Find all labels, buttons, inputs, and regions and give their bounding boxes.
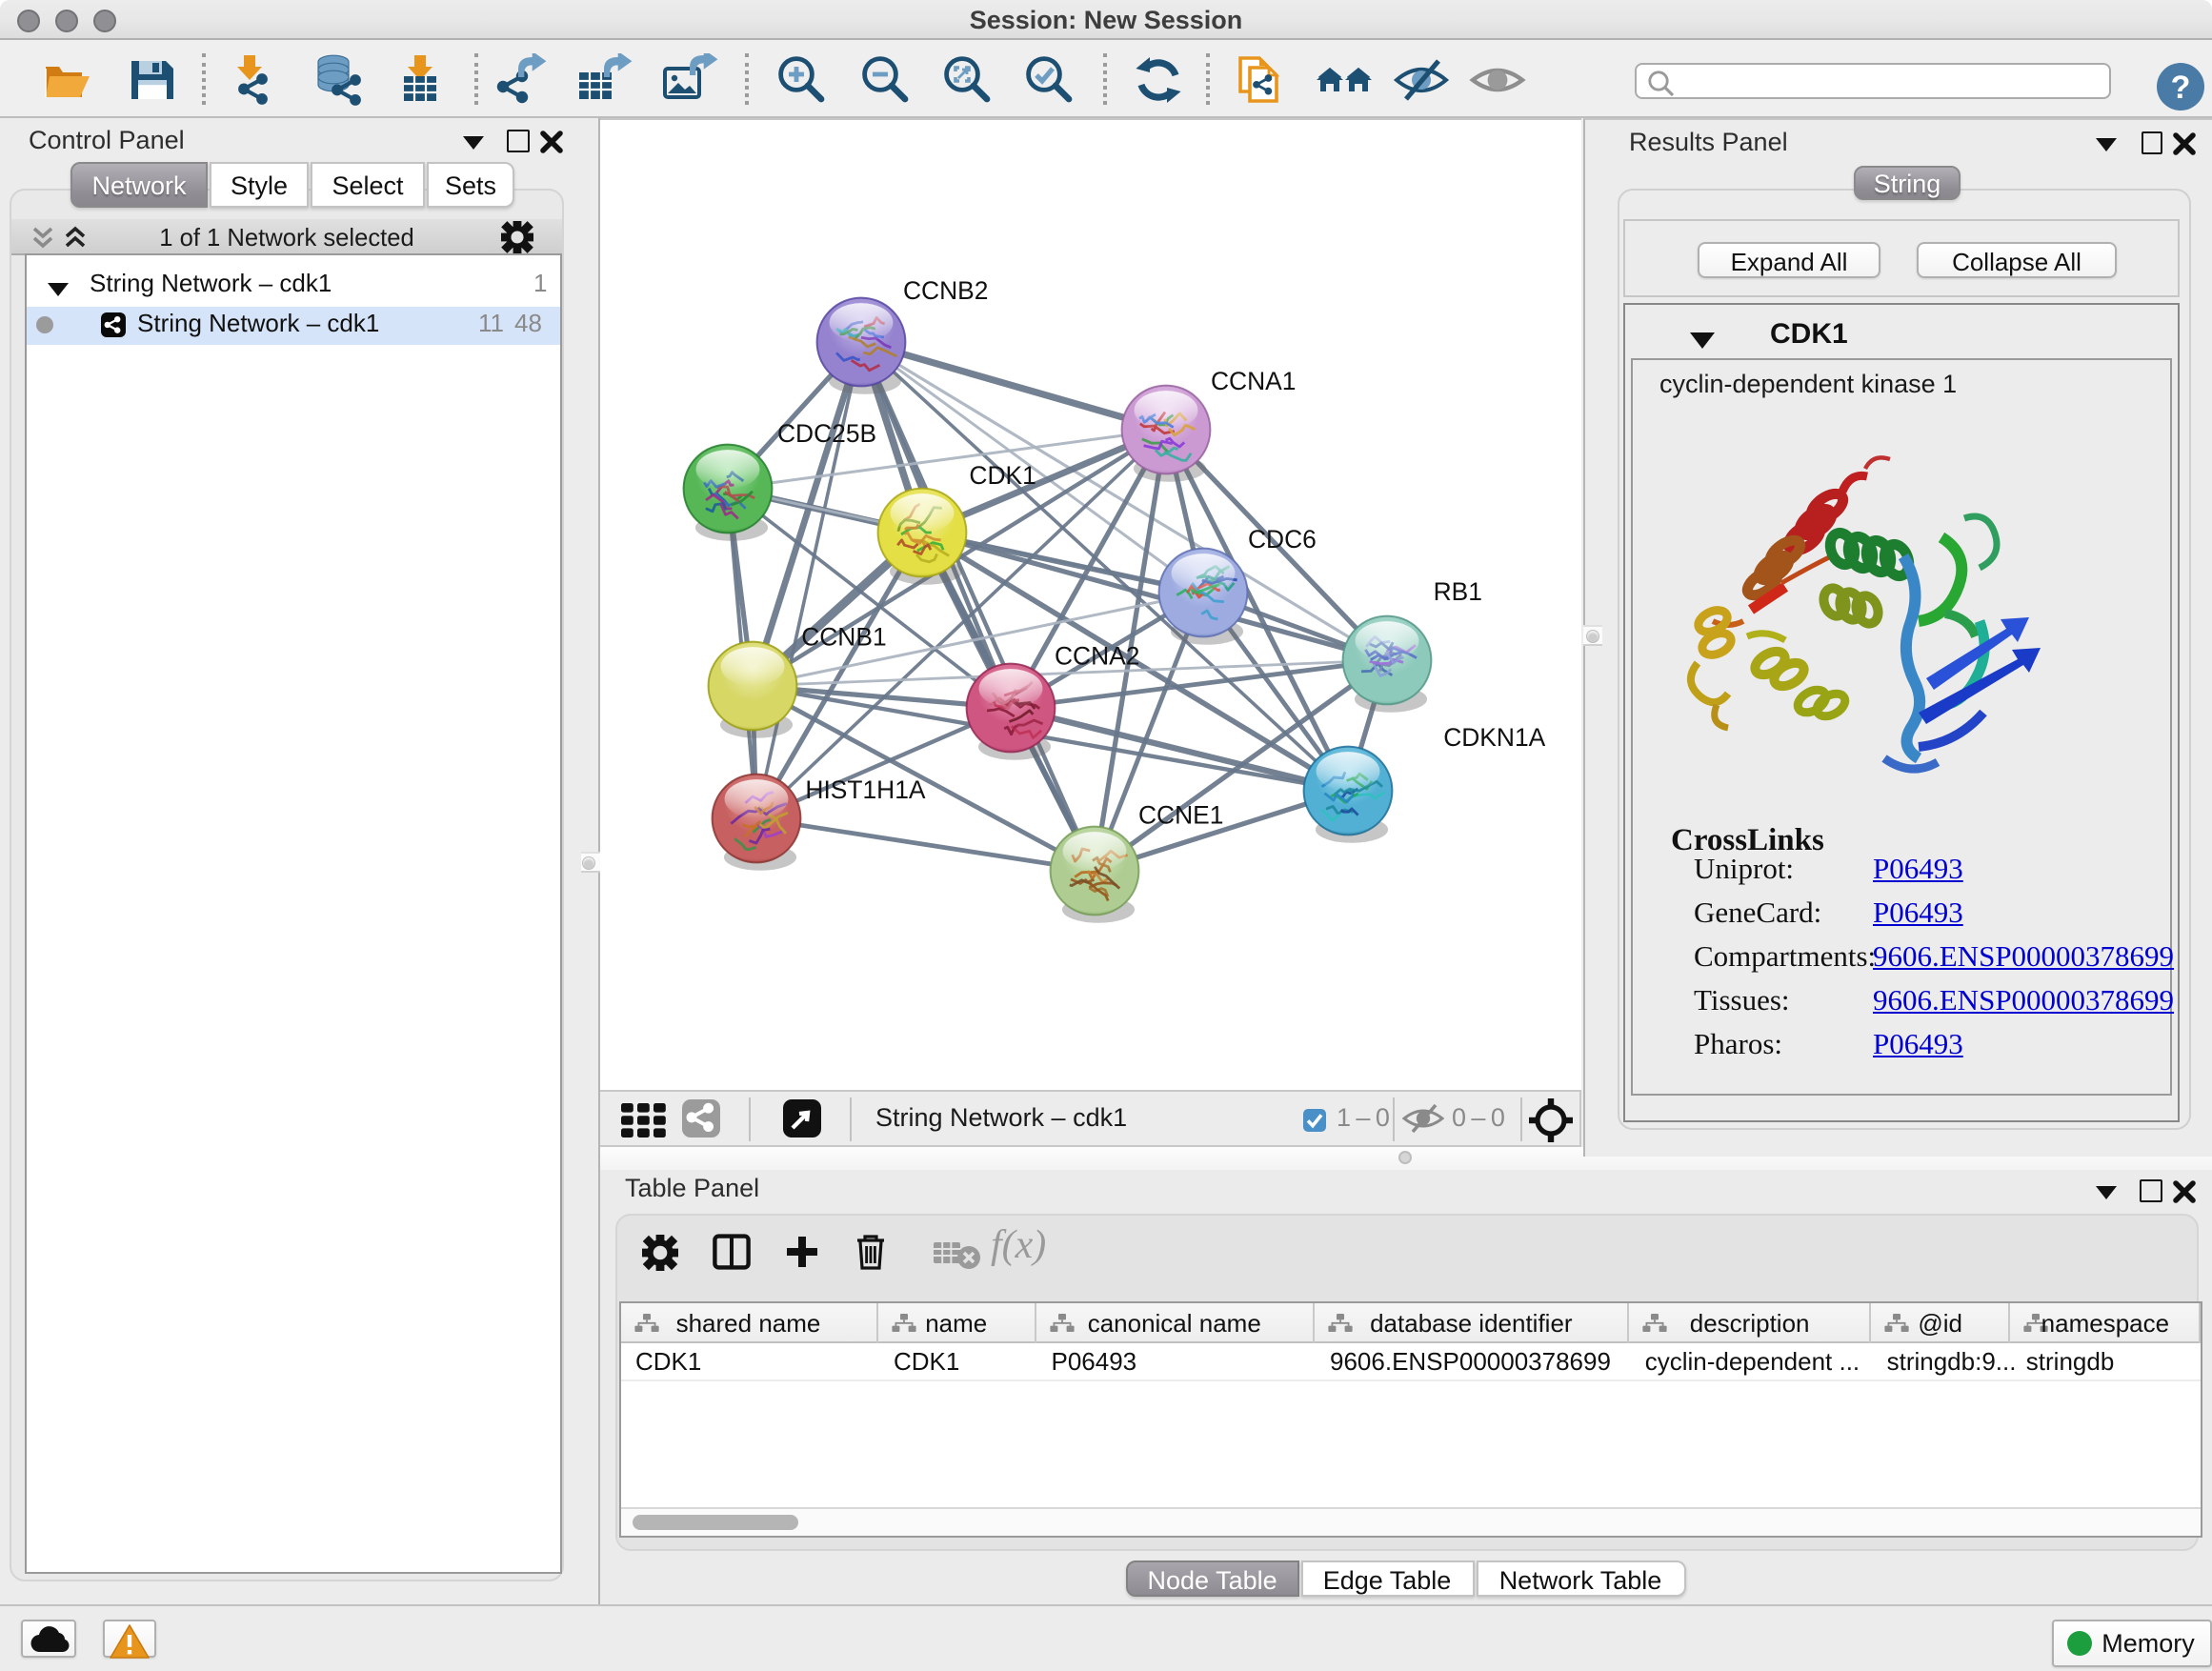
svg-text:HIST1H1A: HIST1H1A [805, 775, 926, 804]
svg-text:?: ? [2170, 69, 2190, 105]
svg-text:RB1: RB1 [1434, 577, 1482, 606]
svg-text:CCNB1: CCNB1 [801, 623, 886, 652]
svg-text:CCNA2: CCNA2 [1055, 642, 1139, 671]
svg-text:CDK1: CDK1 [969, 461, 1036, 490]
svg-text:CDC25B: CDC25B [777, 419, 876, 448]
svg-text:CDKN1A: CDKN1A [1443, 723, 1545, 752]
svg-text:CDC6: CDC6 [1248, 525, 1317, 554]
svg-text:CCNE1: CCNE1 [1138, 800, 1223, 829]
svg-text:CCNB2: CCNB2 [903, 276, 988, 305]
svg-text:CCNA1: CCNA1 [1211, 367, 1296, 395]
